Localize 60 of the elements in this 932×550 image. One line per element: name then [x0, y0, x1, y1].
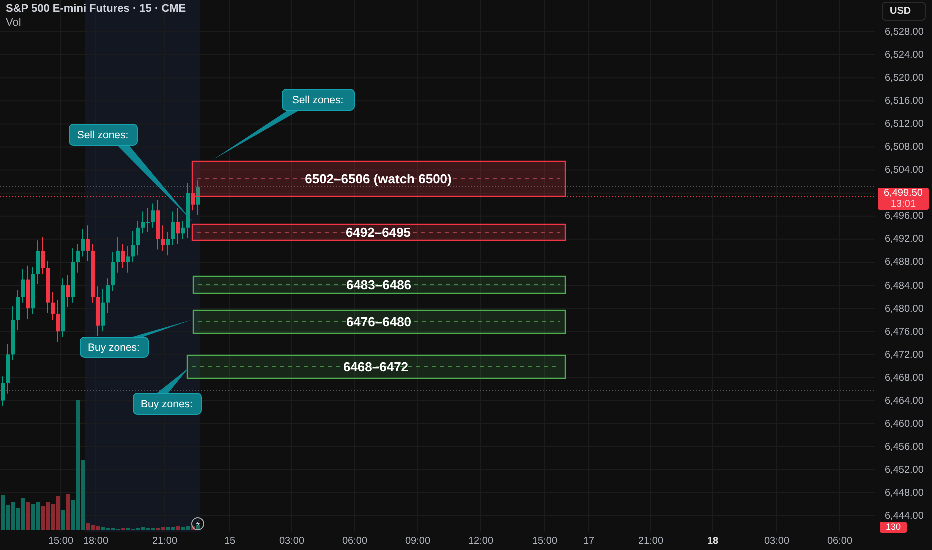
time-tick-label: 06:00: [341, 536, 369, 547]
time-tick-label: 18: [706, 536, 720, 547]
zone-box[interactable]: [192, 224, 566, 242]
zone-box[interactable]: [192, 310, 566, 334]
callout-label: Buy zones:: [141, 398, 193, 410]
price-tick-label: 6,444.00: [885, 511, 924, 522]
time-tick-label: 15:00: [531, 536, 559, 547]
price-tick-label: 6,464.00: [885, 396, 924, 407]
time-tick-label: 09:00: [404, 536, 432, 547]
price-tick-label: 6,504.00: [885, 165, 924, 176]
price-tick-label: 6,452.00: [885, 464, 924, 476]
price-tick-label: 6,468.00: [885, 372, 924, 384]
indicator-label[interactable]: Vol: [6, 17, 186, 29]
lightning-icon[interactable]: [192, 518, 204, 530]
time-tick-label: 15: [223, 536, 237, 547]
price-tick-label: 6,484.00: [885, 280, 924, 292]
callout-label: Sell zones:: [77, 130, 129, 142]
time-tick-label: 12:00: [467, 536, 495, 547]
zone-box[interactable]: [192, 160, 566, 198]
zone-box[interactable]: [192, 276, 566, 294]
zone-label: 6502–6506 (watch 6500): [305, 172, 452, 186]
price-tick-label: 6,516.00: [885, 96, 924, 108]
volume-tag: 130: [880, 522, 907, 533]
callout-bubble[interactable]: [80, 320, 192, 358]
zone-label: 6483–6486: [346, 278, 412, 292]
callout-label: Sell zones:: [292, 94, 344, 106]
price-tick-label: 6,480.00: [885, 304, 924, 315]
time-tick-label: 21:00: [151, 536, 179, 547]
time-tick-label: 15:00: [47, 536, 75, 547]
price-tick-label: 6,488.00: [885, 257, 924, 268]
callout-bubble[interactable]: [213, 89, 355, 160]
price-tick-label: 6,472.00: [885, 350, 924, 361]
price-tick-label: 6,496.00: [885, 211, 924, 222]
time-tick-label: 17: [582, 536, 596, 547]
currency-button[interactable]: USD: [882, 2, 926, 21]
time-tick-label: 18:00: [82, 536, 110, 547]
zone-label: 6476–6480: [346, 314, 412, 330]
price-tick-label: 6,524.00: [885, 50, 924, 62]
price-tick-label: 6,492.00: [885, 234, 924, 246]
callout-bubble[interactable]: [133, 368, 202, 415]
symbol-title[interactable]: S&P 500 E-mini Futures · 15 · CME: [6, 3, 186, 15]
last-price-value: 6,499.50: [884, 188, 923, 199]
time-tick-label: 06:00: [826, 536, 854, 547]
callout-label: Buy zones:: [88, 342, 140, 354]
price-tick-label: 6,512.00: [885, 119, 924, 130]
price-tick-label: 6,528.00: [885, 27, 924, 38]
price-tick-label: 6,460.00: [885, 418, 924, 430]
bar-countdown: 13:01: [890, 199, 916, 210]
price-tick-label: 6,476.00: [885, 326, 924, 338]
price-tick-label: 6,456.00: [885, 442, 924, 453]
time-tick-label: 21:00: [637, 536, 665, 547]
callout-bubble[interactable]: [69, 124, 193, 222]
zone-box[interactable]: [186, 354, 566, 380]
time-tick-label: 03:00: [763, 536, 791, 547]
zone-label: 6468–6472: [343, 360, 409, 374]
time-tick-label: 03:00: [278, 536, 306, 547]
price-tick-label: 6,508.00: [885, 142, 924, 154]
price-tick-label: 6,448.00: [885, 488, 924, 499]
price-tick-label: 6,520.00: [885, 73, 924, 84]
zone-label: 6492–6495: [346, 225, 412, 240]
